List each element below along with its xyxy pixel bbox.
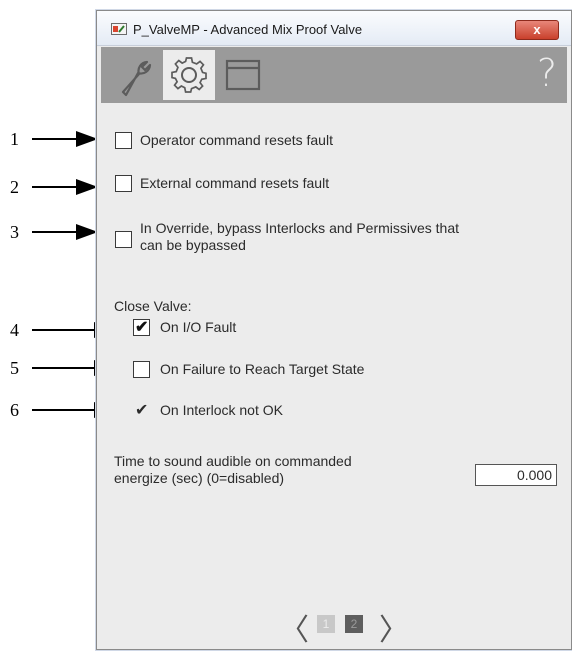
chevron-right-icon[interactable]: 〉 — [379, 605, 409, 649]
callout-2: 2 — [0, 175, 100, 199]
callout-5: 5 — [0, 356, 116, 380]
callout-number: 1 — [10, 129, 19, 149]
callout-number: 2 — [10, 177, 19, 197]
app-icon — [111, 23, 127, 35]
arrow-right-icon — [76, 224, 98, 240]
chevron-left-icon[interactable]: 〈 — [279, 605, 309, 649]
callout-6: 6 — [0, 398, 116, 422]
callout-line — [32, 367, 96, 369]
audible-time-input[interactable]: 0.000 — [475, 464, 557, 486]
option-label: On I/O Fault — [160, 319, 237, 335]
page-navigator: 〈 1 2 〉 — [279, 609, 409, 648]
check-icon: ✔ — [135, 402, 149, 419]
audible-label-line2: energize (sec) (0=disabled) — [114, 470, 285, 486]
help-icon[interactable]: ? — [537, 51, 557, 95]
arrow-right-icon — [76, 179, 98, 195]
arrow-right-icon — [76, 131, 98, 147]
close-button[interactable]: x — [515, 20, 559, 40]
faceplate-window: P_ValveMP - Advanced Mix Proof Valve x ? — [96, 10, 572, 650]
gear-icon — [171, 57, 207, 93]
page-1-button[interactable]: 1 — [317, 615, 335, 633]
callout-4: 4 — [0, 318, 116, 342]
checkbox[interactable] — [115, 175, 132, 192]
callout-line — [32, 186, 80, 188]
callout-3: 3 — [0, 220, 100, 244]
tab-engineering[interactable] — [163, 50, 215, 100]
callout-number: 5 — [10, 358, 19, 378]
callout-line — [32, 231, 80, 233]
tab-trends[interactable] — [217, 50, 269, 100]
tab-toolbar: ? — [101, 47, 567, 103]
page-2-button[interactable]: 2 — [345, 615, 363, 633]
option-label: On Interlock not OK — [160, 402, 283, 418]
wrench-icon — [121, 60, 152, 97]
callout-number: 6 — [10, 400, 19, 420]
option-label: Operator command resets fault — [140, 132, 333, 148]
option-label-line1: In Override, bypass Interlocks and Permi… — [140, 220, 460, 236]
window-icon — [225, 59, 261, 91]
tab-maintenance[interactable] — [109, 50, 161, 100]
callout-line — [32, 329, 96, 331]
callout-number: 4 — [10, 320, 19, 340]
checkbox-checked[interactable]: ✔ — [133, 319, 150, 336]
callout-number: 3 — [10, 222, 19, 242]
title-bar[interactable]: P_ValveMP - Advanced Mix Proof Valve x — [97, 11, 571, 46]
callout-line — [32, 138, 80, 140]
close-valve-heading: Close Valve: — [114, 298, 192, 314]
callout-1: 1 — [0, 127, 100, 151]
checkbox[interactable] — [115, 132, 132, 149]
window-title: P_ValveMP - Advanced Mix Proof Valve — [133, 22, 363, 37]
checkbox[interactable] — [115, 231, 132, 248]
check-icon: ✔ — [135, 319, 149, 336]
engineering-content: Operator command resets fault External c… — [97, 103, 571, 649]
option-label: On Failure to Reach Target State — [160, 361, 365, 377]
checkbox[interactable] — [133, 361, 150, 378]
callout-line — [32, 409, 96, 411]
option-label-line2: can be bypassed — [140, 237, 246, 253]
option-label: External command resets fault — [140, 175, 330, 191]
audible-label-line1: Time to sound audible on commanded — [114, 453, 352, 469]
